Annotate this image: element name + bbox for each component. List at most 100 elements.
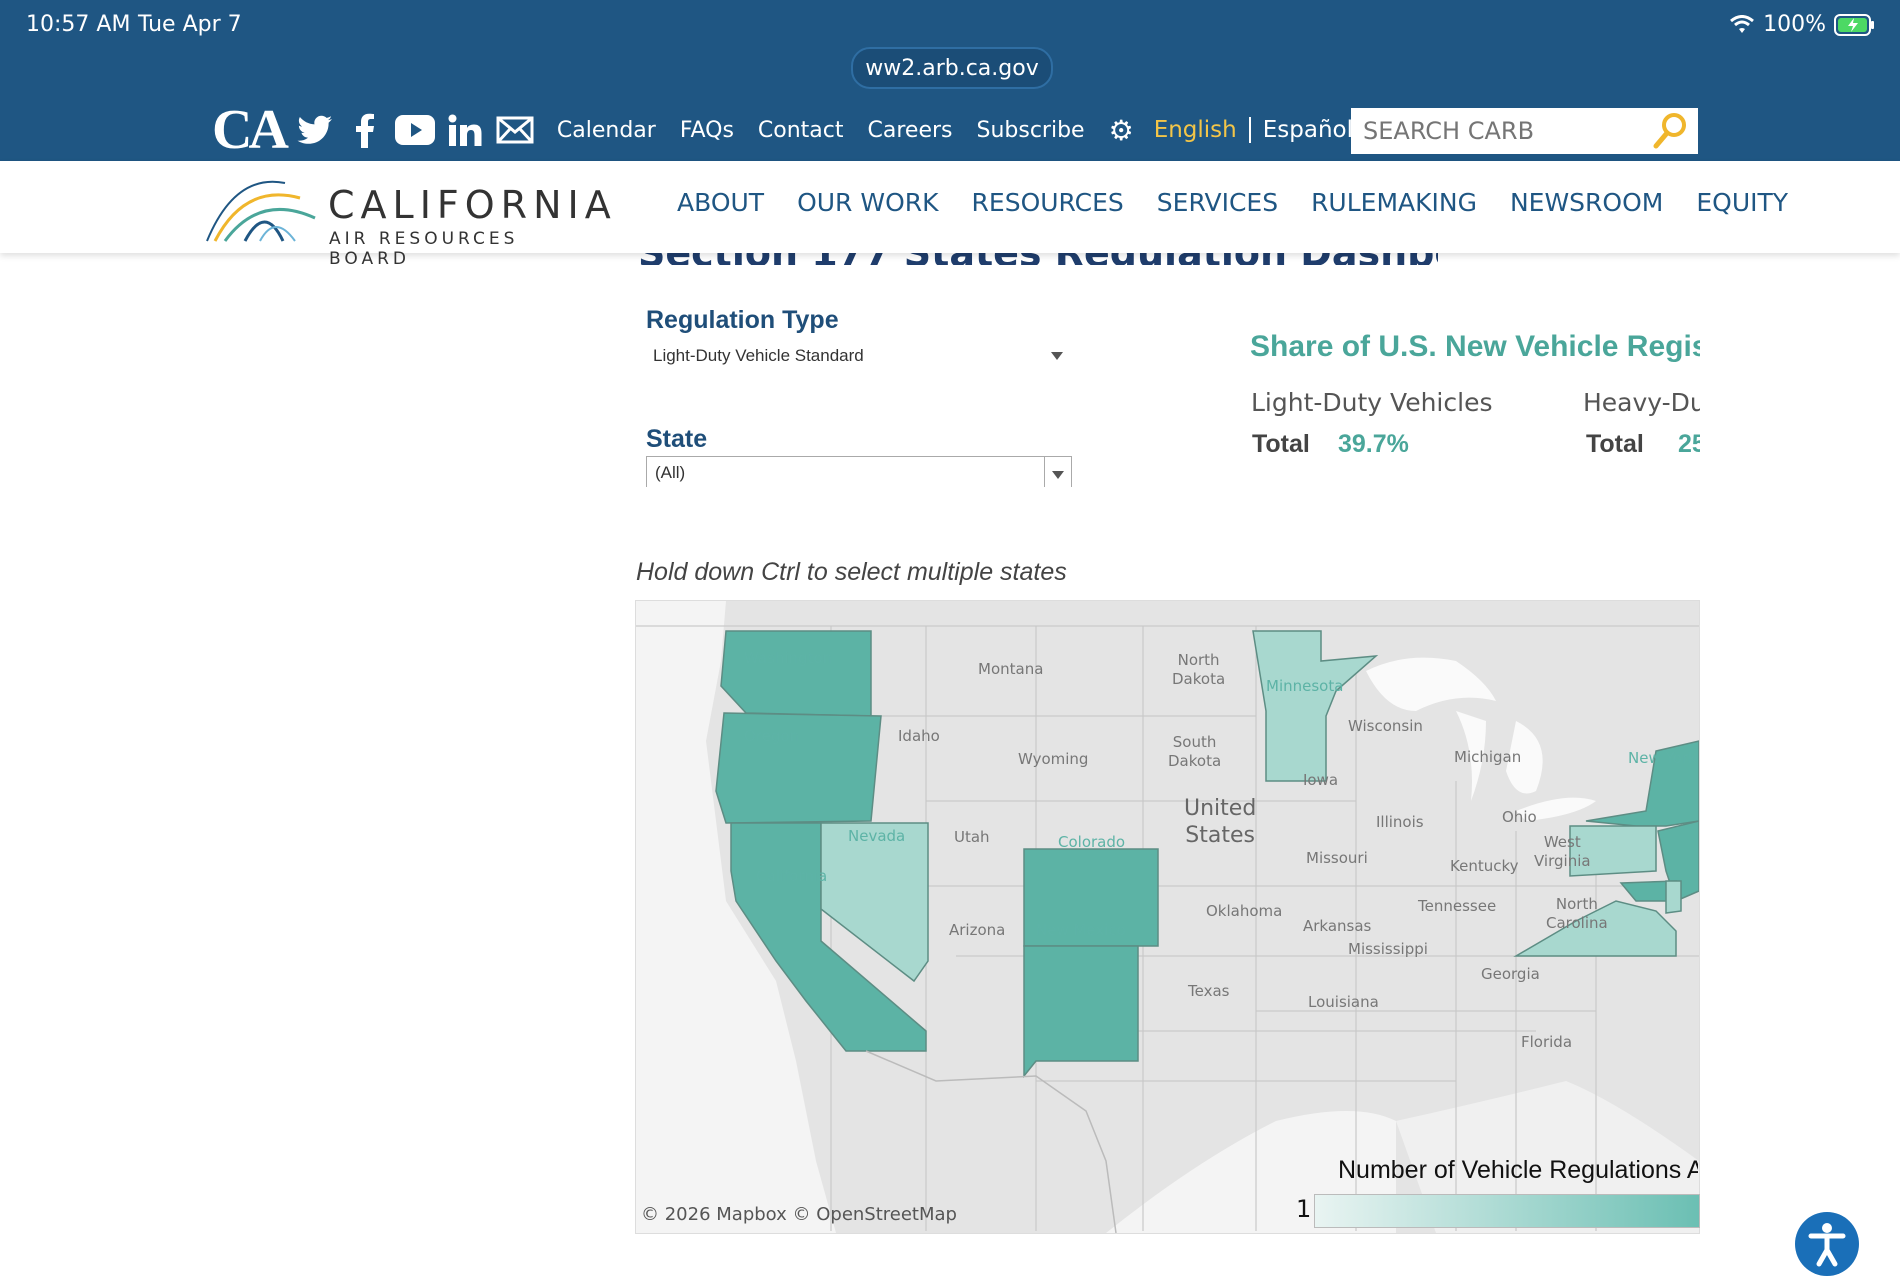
nav-newsroom[interactable]: NEWSROOM xyxy=(1510,188,1663,217)
facebook-icon[interactable] xyxy=(345,110,385,150)
subscribe-link[interactable]: Subscribe xyxy=(976,118,1084,143)
label-georgia: Georgia xyxy=(1481,965,1540,983)
arc-logo-icon xyxy=(206,180,316,242)
light-total-label: Total xyxy=(1252,430,1310,458)
label-montana: Montana xyxy=(978,660,1044,678)
label-texas: Texas xyxy=(1188,982,1230,1000)
label-south-dakota: South Dakota xyxy=(1168,733,1222,770)
label-mississippi: Mississippi xyxy=(1348,940,1428,958)
main-nav: ABOUT OUR WORK RESOURCES SERVICES RULEMA… xyxy=(677,188,1788,217)
label-west-virginia: West Virginia xyxy=(1534,833,1591,870)
us-map[interactable]: Washington Oregon California Nevada Idah… xyxy=(635,600,1700,1234)
label-arizona: Arizona xyxy=(949,921,1006,939)
battery-icon xyxy=(1834,13,1874,36)
share-title: Share of U.S. New Vehicle Registrations xyxy=(1250,330,1700,363)
status-date: Tue Apr 7 xyxy=(138,12,242,37)
email-icon[interactable] xyxy=(495,110,535,150)
state-label: State xyxy=(646,425,708,453)
logo-title: CALIFORNIA xyxy=(328,183,617,227)
top-bar: 10:57 AM Tue Apr 7 100% ww2.arb.ca.gov C… xyxy=(0,0,1900,161)
chevron-down-icon xyxy=(1052,471,1064,479)
heavy-total-label: Total xyxy=(1586,430,1644,458)
map-attribution[interactable]: © 2026 Mapbox © OpenStreetMap xyxy=(641,1204,957,1225)
legend-min-value: 1 xyxy=(1296,1195,1312,1223)
label-california: California xyxy=(756,867,828,885)
label-utah: Utah xyxy=(954,828,990,846)
label-tennessee: Tennessee xyxy=(1418,897,1497,915)
careers-link[interactable]: Careers xyxy=(868,118,953,143)
map-shapes xyxy=(636,601,1699,1233)
search-input[interactable] xyxy=(1361,116,1655,146)
faqs-link[interactable]: FAQs xyxy=(680,118,734,143)
lang-espanol[interactable]: Español xyxy=(1263,117,1353,143)
label-missouri: Missouri xyxy=(1306,849,1368,867)
twitter-icon[interactable] xyxy=(295,110,335,150)
chevron-down-icon xyxy=(1051,352,1063,360)
label-michigan: Michigan xyxy=(1454,748,1522,766)
search-icon[interactable] xyxy=(1652,112,1688,154)
label-new-mexico: New Mexico xyxy=(1036,921,1126,939)
label-wisconsin: Wisconsin xyxy=(1348,717,1423,735)
state-new-mexico xyxy=(1023,945,1139,1079)
regulation-type-value: Light-Duty Vehicle Standard xyxy=(653,346,864,365)
heavy-total-value: 25 xyxy=(1678,430,1700,458)
gear-icon[interactable]: ⚙ xyxy=(1109,114,1134,147)
calendar-link[interactable]: Calendar xyxy=(557,118,656,143)
label-minnesota: Minnesota xyxy=(1266,677,1344,695)
accessibility-button[interactable] xyxy=(1795,1212,1859,1276)
url-bar[interactable]: ww2.arb.ca.gov xyxy=(851,47,1053,89)
youtube-icon[interactable] xyxy=(394,110,435,150)
legend-title: Number of Vehicle Regulations Adopted xyxy=(1338,1156,1698,1184)
status-right: 100% xyxy=(1729,12,1876,37)
label-louisiana: Louisiana xyxy=(1308,993,1379,1011)
carb-logo[interactable]: CALIFORNIA AIR RESOURCES BOARD xyxy=(205,173,611,269)
label-new-york: New York xyxy=(1628,749,1697,767)
nav-services[interactable]: SERVICES xyxy=(1157,188,1278,217)
label-oregon: Oregon xyxy=(744,727,800,745)
light-total-value: 39.7% xyxy=(1338,430,1409,458)
legend-gradient-bar xyxy=(1314,1194,1700,1228)
state-delaware xyxy=(1665,880,1682,914)
multi-select-hint: Hold down Ctrl to select multiple states xyxy=(636,558,1067,586)
url-text: ww2.arb.ca.gov xyxy=(865,55,1039,81)
heavy-duty-label: Heavy-Duty Vehicles xyxy=(1583,388,1700,417)
nav-resources[interactable]: RESOURCES xyxy=(972,188,1124,217)
label-colorado: Colorado xyxy=(1058,833,1126,851)
nav-rulemaking[interactable]: RULEMAKING xyxy=(1311,188,1477,217)
label-arkansas: Arkansas xyxy=(1303,917,1372,935)
linkedin-icon[interactable] xyxy=(445,110,485,150)
label-ohio: Ohio xyxy=(1502,808,1537,826)
lang-english[interactable]: English xyxy=(1154,117,1251,143)
light-duty-label: Light-Duty Vehicles xyxy=(1251,388,1493,417)
label-oklahoma: Oklahoma xyxy=(1206,902,1283,920)
label-wyoming: Wyoming xyxy=(1018,750,1089,768)
state-dropdown[interactable]: (All) xyxy=(646,456,1072,487)
label-north-carolina: North Carolina xyxy=(1546,895,1608,932)
state-washington xyxy=(720,630,872,717)
accessibility-icon xyxy=(1808,1223,1846,1267)
nav-equity[interactable]: EQUITY xyxy=(1696,188,1788,217)
label-united-states: United States xyxy=(1184,796,1257,848)
main-header: CALIFORNIA AIR RESOURCES BOARD ABOUT OUR… xyxy=(0,161,1900,269)
label-idaho: Idaho xyxy=(898,727,940,745)
label-illinois: Illinois xyxy=(1376,813,1424,831)
state-value: (All) xyxy=(655,463,686,482)
label-kentucky: Kentucky xyxy=(1450,857,1519,875)
nav-about[interactable]: ABOUT xyxy=(677,188,764,217)
search-box xyxy=(1351,108,1698,154)
utility-nav: CA Calendar FAQs Contact Careers Subscri… xyxy=(212,100,1353,160)
nav-our-work[interactable]: OUR WORK xyxy=(797,188,938,217)
label-iowa: Iowa xyxy=(1303,771,1339,789)
page-title: Section 177 States Regulation Dashboard xyxy=(638,253,1438,265)
dropdown-divider xyxy=(1044,457,1045,487)
regulation-type-label: Regulation Type xyxy=(646,306,839,334)
regulation-type-dropdown[interactable]: Light-Duty Vehicle Standard xyxy=(646,342,1070,370)
contact-link[interactable]: Contact xyxy=(758,118,844,143)
battery-percent: 100% xyxy=(1763,12,1826,37)
wifi-icon xyxy=(1730,14,1755,33)
logo-subtitle: AIR RESOURCES BOARD xyxy=(329,229,519,269)
label-north-dakota: North Dakota xyxy=(1172,651,1226,688)
label-washington: Washington xyxy=(744,649,833,667)
ca-gov-logo[interactable]: CA xyxy=(212,102,289,158)
status-time: 10:57 AM xyxy=(26,12,131,37)
